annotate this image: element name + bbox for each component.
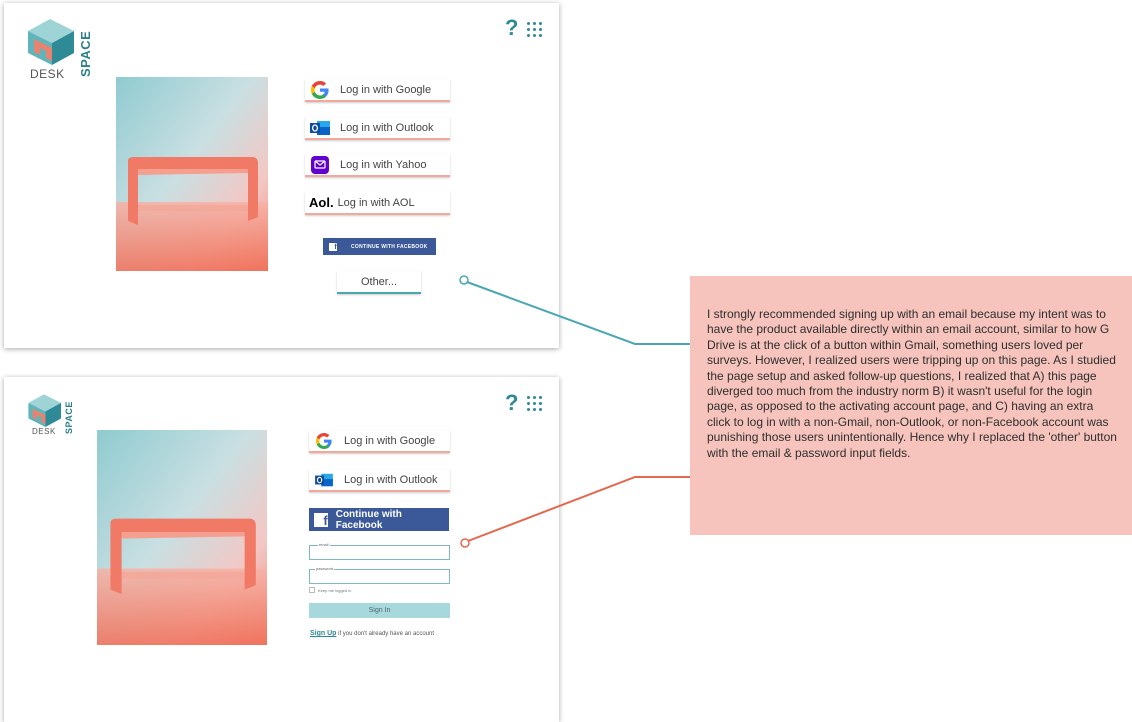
login-screen-after bbox=[4, 377, 559, 722]
sign-up-link[interactable]: Sign Up bbox=[310, 630, 336, 637]
continue-with-facebook-button[interactable]: f Continue with Facebook bbox=[309, 508, 449, 531]
login-aol-label: Log in with AOL bbox=[337, 196, 415, 209]
help-icon[interactable]: ? bbox=[505, 15, 518, 41]
deskspace-logo: DESK SPACE bbox=[26, 17, 93, 81]
login-aol-button[interactable]: Aol. Log in with AOL bbox=[305, 192, 450, 215]
apps-grid-icon[interactable] bbox=[527, 396, 542, 411]
sign-in-button[interactable]: Sign In bbox=[309, 603, 450, 618]
facebook-button-label: Continue with Facebook bbox=[335, 508, 402, 531]
email-field[interactable] bbox=[309, 545, 450, 565]
yahoo-icon bbox=[309, 155, 331, 174]
keep-logged-in-row: Keep me logged in bbox=[309, 587, 351, 593]
cube-logo-icon bbox=[28, 19, 74, 65]
login-yahoo-button[interactable]: Log in with Yahoo bbox=[305, 154, 450, 177]
login-google-button[interactable]: Log in with Google bbox=[305, 79, 450, 102]
deskspace-logo-small: DESK SPACE bbox=[26, 393, 74, 436]
login-google-label: Log in with Google bbox=[344, 434, 436, 447]
google-icon bbox=[309, 80, 331, 99]
sign-up-line: Sign Up if you don't already have an acc… bbox=[310, 630, 434, 637]
login-outlook-button[interactable]: Log in with Outlook bbox=[309, 469, 450, 492]
keep-logged-in-label: Keep me logged in bbox=[318, 587, 352, 593]
login-google-label: Log in with Google bbox=[340, 83, 432, 96]
logo-space-text: SPACE bbox=[78, 30, 93, 77]
facebook-icon: f bbox=[329, 242, 337, 251]
cube-logo-icon bbox=[28, 394, 62, 427]
sign-up-text: if you don't already have an account bbox=[336, 631, 434, 637]
facebook-icon: f bbox=[314, 512, 328, 527]
help-icon[interactable]: ? bbox=[505, 390, 518, 416]
design-rationale-note: I strongly recommended signing up with a… bbox=[690, 276, 1132, 535]
logo-desk-text: DESK bbox=[32, 427, 56, 436]
desk-hero-image bbox=[97, 430, 267, 645]
password-field[interactable] bbox=[309, 569, 450, 589]
email-field-label: email bbox=[318, 542, 330, 547]
login-google-button[interactable]: Log in with Google bbox=[309, 430, 450, 453]
outlook-icon bbox=[313, 471, 335, 489]
facebook-button-label: CONTINUE WITH FACEBOOK bbox=[351, 243, 428, 250]
keep-logged-in-checkbox[interactable] bbox=[309, 587, 315, 593]
login-yahoo-label: Log in with Yahoo bbox=[340, 158, 427, 171]
password-field-label: password bbox=[315, 566, 335, 571]
login-outlook-button[interactable]: Log in with Outlook bbox=[305, 117, 450, 140]
desk-hero-image bbox=[116, 77, 268, 271]
logo-desk-text: DESK bbox=[30, 67, 65, 81]
login-outlook-label: Log in with Outlook bbox=[344, 473, 438, 486]
outlook-icon bbox=[309, 119, 331, 137]
other-button[interactable]: Other... bbox=[337, 271, 421, 294]
continue-with-facebook-button[interactable]: f CONTINUE WITH FACEBOOK bbox=[323, 238, 436, 255]
aol-icon: Aol. bbox=[309, 195, 334, 210]
apps-grid-icon[interactable] bbox=[527, 22, 542, 37]
google-icon bbox=[313, 432, 335, 450]
logo-space-text: SPACE bbox=[64, 401, 74, 434]
email-input[interactable] bbox=[310, 551, 449, 565]
login-outlook-label: Log in with Outlook bbox=[340, 121, 434, 134]
